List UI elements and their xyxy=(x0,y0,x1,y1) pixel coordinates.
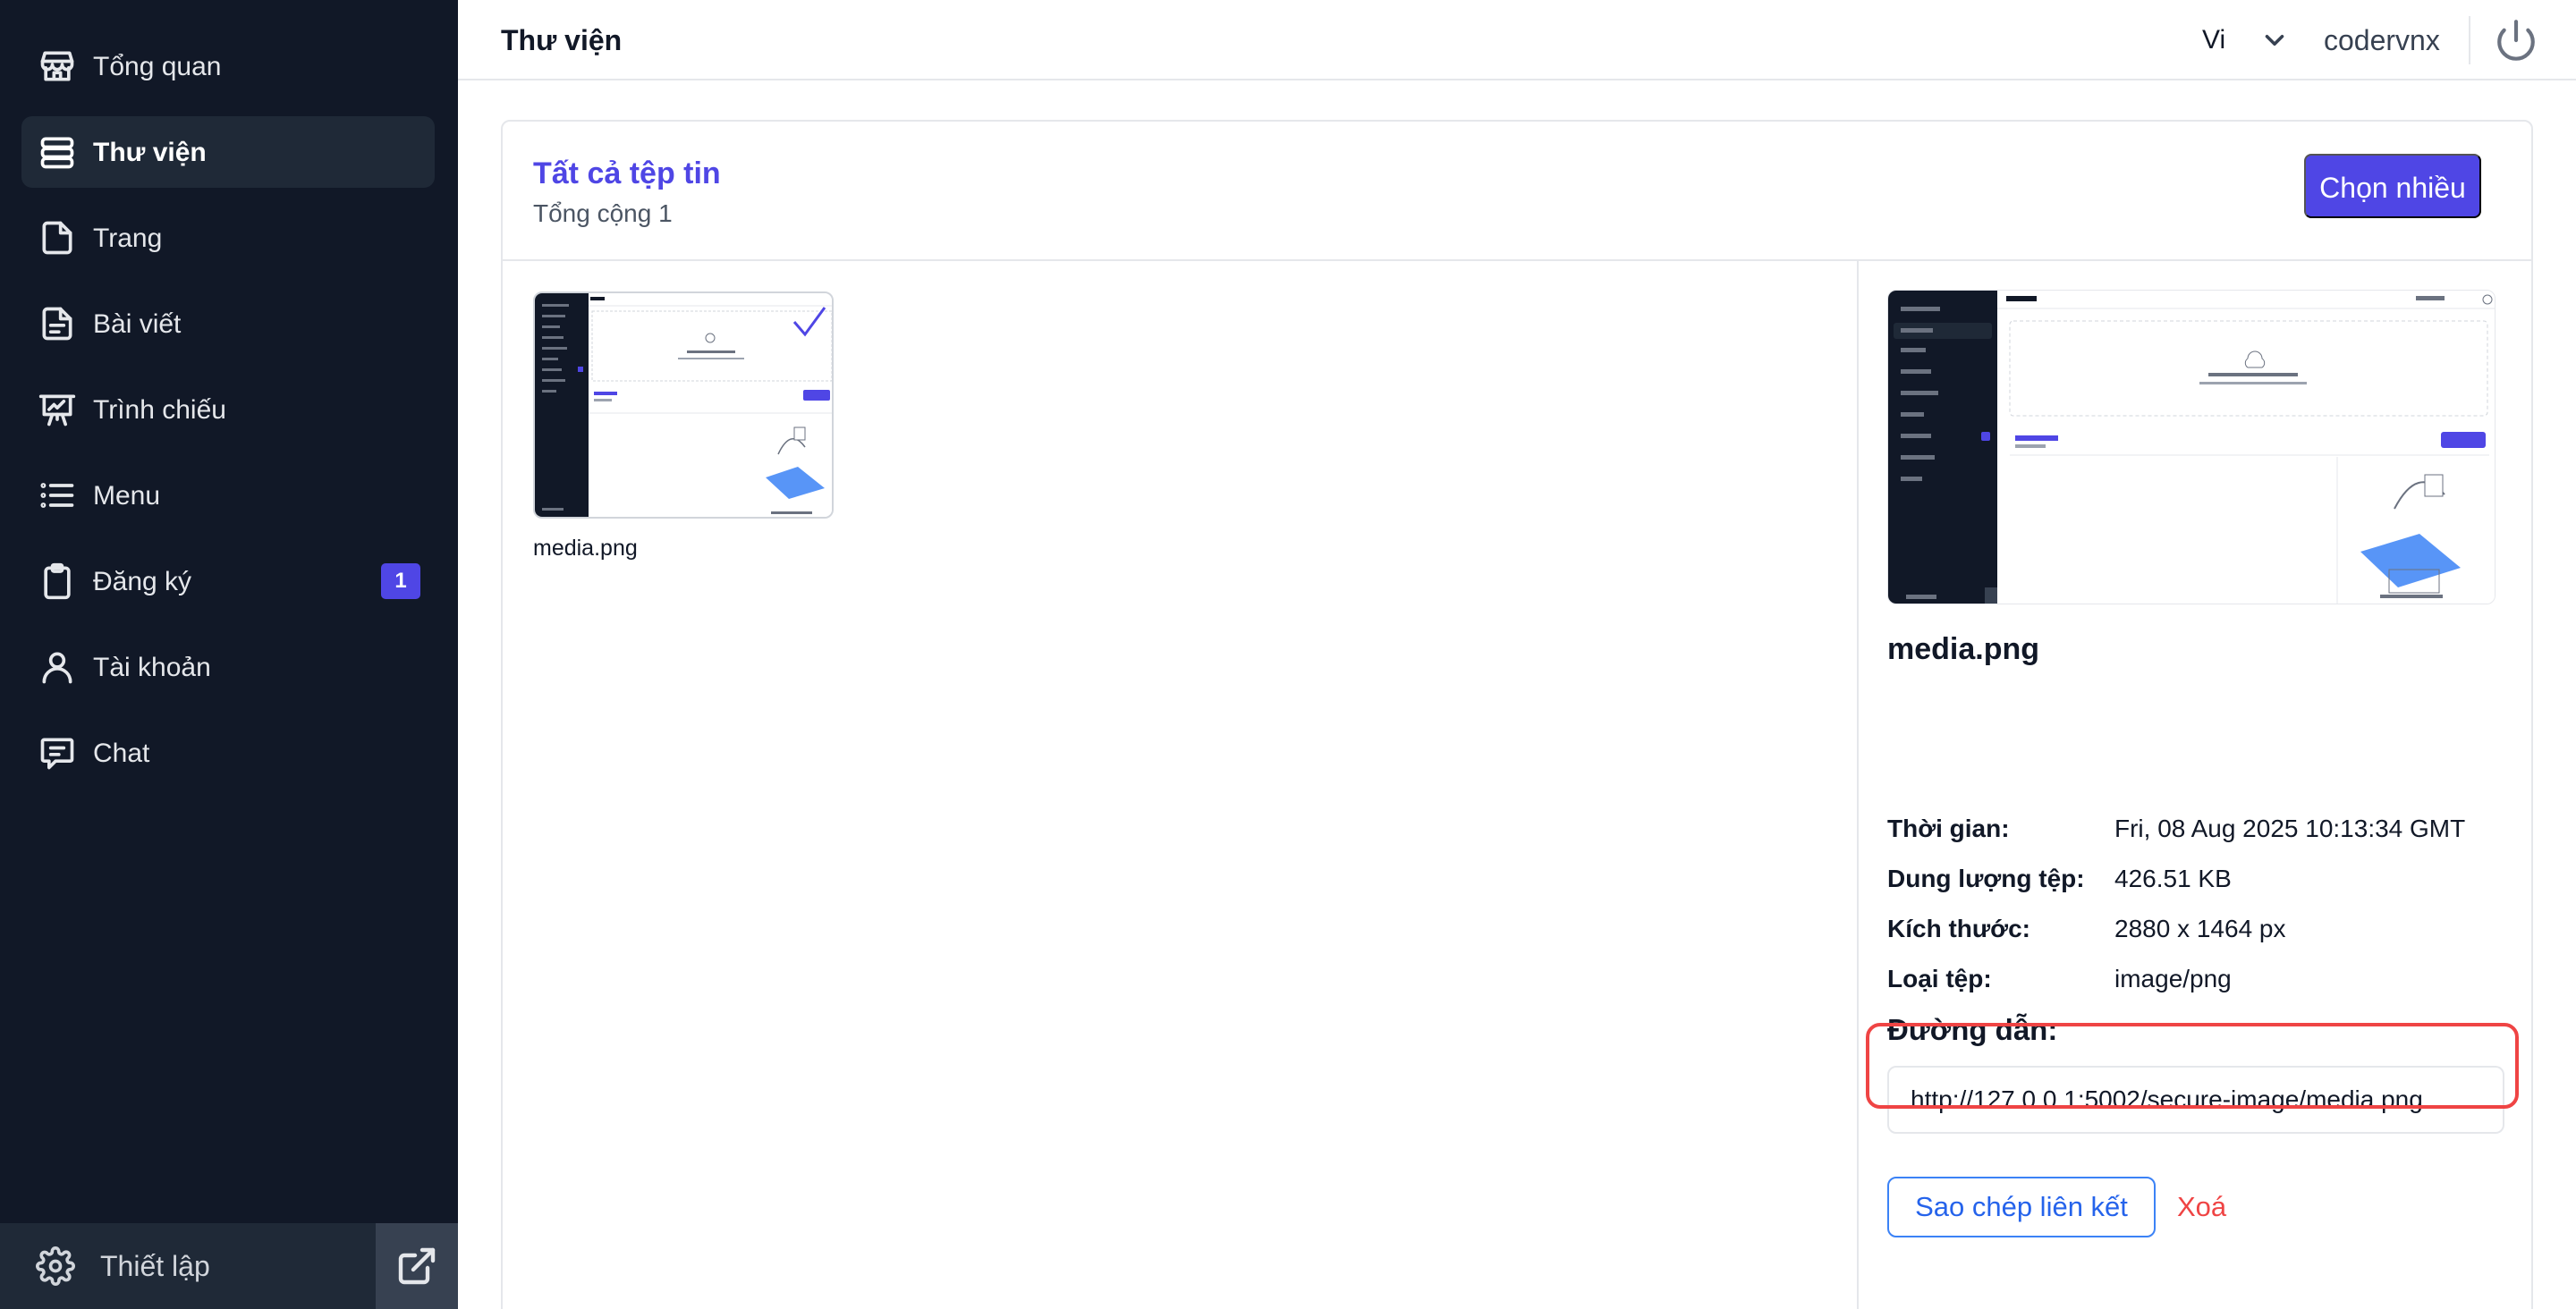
external-link-icon xyxy=(398,1247,436,1285)
sidebar-item-registrations[interactable]: Đăng ký 1 xyxy=(21,545,435,617)
message-icon xyxy=(38,733,77,773)
library-title: Tất cả tệp tin xyxy=(533,156,721,190)
open-site-button[interactable] xyxy=(376,1223,458,1309)
highlight-annotation xyxy=(1866,1023,2519,1109)
sidebar-item-menu[interactable]: Menu xyxy=(21,460,435,531)
sidebar-item-slideshow[interactable]: Trình chiếu xyxy=(21,374,435,445)
page-title: Thư viện xyxy=(501,24,623,56)
file-thumbnail[interactable] xyxy=(533,291,834,519)
count-badge: 1 xyxy=(381,563,420,599)
card-header: Tất cả tệp tin Tổng cộng 1 Chọn nhiều xyxy=(503,122,2531,261)
settings-label: Thiết lập xyxy=(100,1250,210,1282)
library-card: Tất cả tệp tin Tổng cộng 1 Chọn nhiều me… xyxy=(501,120,2533,1309)
sidebar-item-label: Bài viết xyxy=(93,309,182,339)
sidebar-item-account[interactable]: Tài khoản xyxy=(21,631,435,703)
file-text-icon xyxy=(38,304,77,343)
meta-value: Fri, 08 Aug 2025 10:13:34 GMT xyxy=(2114,815,2466,842)
file-icon xyxy=(38,218,77,258)
sidebar-item-chat[interactable]: Chat xyxy=(21,717,435,789)
store-icon xyxy=(38,46,77,86)
meta-value: 2880 x 1464 px xyxy=(2114,915,2286,942)
chevron-down-icon[interactable] xyxy=(2259,25,2290,55)
meta-value: 426.51 KB xyxy=(2114,865,2232,892)
gear-icon xyxy=(36,1246,75,1286)
top-header: Thư viện Vi codervnx xyxy=(458,0,2576,80)
sidebar-item-label: Thư viện xyxy=(93,138,207,167)
file-name[interactable]: media.png xyxy=(533,535,638,562)
meta-row-size: Dung lượng tệp: 426.51 KB xyxy=(1887,864,2513,894)
clipboard-icon xyxy=(38,562,77,601)
delete-button[interactable]: Xoá xyxy=(2177,1177,2226,1237)
sidebar-footer: Thiết lập xyxy=(0,1223,458,1309)
sidebar-item-overview[interactable]: Tổng quan xyxy=(21,30,435,102)
sidebar-item-label: Tổng quan xyxy=(93,52,222,81)
copy-link-button[interactable]: Sao chép liên kết xyxy=(1887,1177,2156,1237)
divider xyxy=(2469,16,2470,64)
file-count: Tổng cộng 1 xyxy=(533,199,673,227)
meta-value: image/png xyxy=(2114,965,2232,992)
meta-key: Kích thước: xyxy=(1887,915,2030,942)
sidebar-item-label: Tài khoản xyxy=(93,653,211,682)
language-select[interactable]: Vi xyxy=(2202,23,2225,57)
user-icon xyxy=(38,647,77,687)
logout-button[interactable] xyxy=(2494,18,2538,63)
meta-key: Loại tệp: xyxy=(1887,965,1992,992)
sidebar-item-library[interactable]: Thư viện xyxy=(21,116,435,188)
sidebar: Tổng quan Thư viện Trang Bài viết Trình … xyxy=(0,0,458,1309)
sidebar-item-pages[interactable]: Trang xyxy=(21,202,435,274)
sidebar-item-label: Trang xyxy=(93,224,163,253)
file-detail-panel: media.png Thời gian: Fri, 08 Aug 2025 10… xyxy=(1857,261,2535,1309)
meta-row-type: Loại tệp: image/png xyxy=(1887,964,2513,994)
select-multiple-button[interactable]: Chọn nhiều xyxy=(2304,154,2481,218)
file-grid: media.png xyxy=(503,261,1857,1309)
file-preview xyxy=(1887,290,2496,604)
presentation-icon xyxy=(38,390,77,429)
detail-filename: media.png xyxy=(1887,632,2040,666)
meta-key: Thời gian: xyxy=(1887,815,2010,842)
meta-key: Dung lượng tệp: xyxy=(1887,865,2085,892)
sidebar-item-label: Chat xyxy=(93,739,150,768)
sidebar-item-label: Đăng ký xyxy=(93,567,192,596)
sidebar-item-posts[interactable]: Bài viết xyxy=(21,288,435,359)
list-icon xyxy=(38,476,77,515)
username[interactable]: codervnx xyxy=(2324,23,2440,57)
meta-row-time: Thời gian: Fri, 08 Aug 2025 10:13:34 GMT xyxy=(1887,814,2513,844)
sidebar-item-label: Trình chiếu xyxy=(93,395,226,425)
thumbnail-image xyxy=(535,293,832,517)
meta-row-dimensions: Kích thước: 2880 x 1464 px xyxy=(1887,914,2513,944)
power-icon xyxy=(2497,20,2535,61)
database-icon xyxy=(38,132,77,172)
preview-image xyxy=(1888,291,2495,604)
sidebar-item-label: Menu xyxy=(93,481,161,511)
settings-button[interactable]: Thiết lập xyxy=(0,1223,376,1309)
